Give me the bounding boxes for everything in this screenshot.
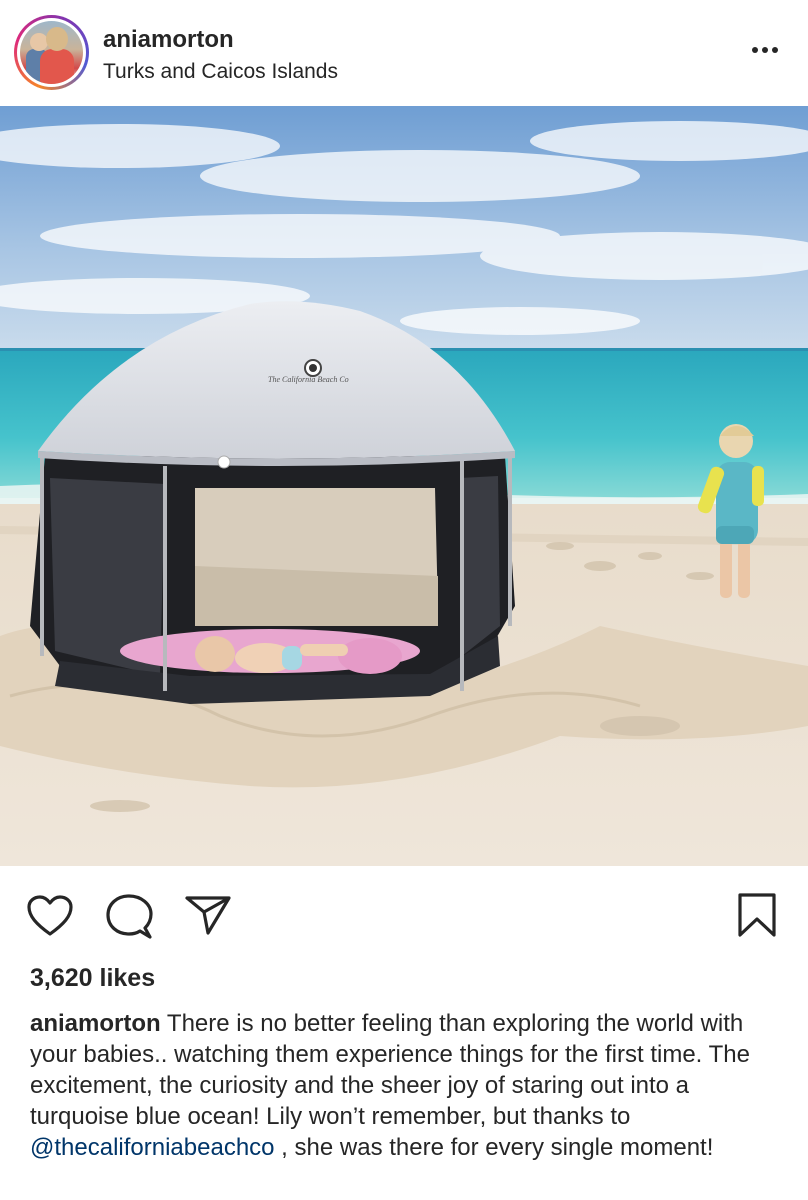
post-caption: aniamorton There is no better feeling th… xyxy=(30,1008,790,1163)
avatar[interactable] xyxy=(20,21,83,84)
avatar-story-ring[interactable] xyxy=(14,15,89,90)
heart-icon[interactable] xyxy=(26,894,74,938)
caption-text-end: , she was there for every single moment! xyxy=(274,1134,714,1161)
likes-count[interactable]: 3,620 likes xyxy=(30,964,155,993)
tent-brand-text: The California Beach Co xyxy=(268,375,349,384)
post-location[interactable]: Turks and Caicos Islands xyxy=(103,60,338,84)
post-username[interactable]: aniamorton xyxy=(103,26,234,54)
caption-mention-link[interactable]: @thecaliforniabeachco xyxy=(30,1134,275,1161)
more-options-icon[interactable] xyxy=(752,40,782,60)
action-bar xyxy=(0,866,808,956)
post-header: aniamorton Turks and Caicos Islands xyxy=(0,0,808,106)
share-icon[interactable] xyxy=(184,894,232,936)
post-photo[interactable]: The California Beach Co xyxy=(0,106,808,866)
bookmark-icon[interactable] xyxy=(736,892,778,938)
caption-username[interactable]: aniamorton xyxy=(30,1010,161,1037)
comment-icon[interactable] xyxy=(105,894,153,940)
